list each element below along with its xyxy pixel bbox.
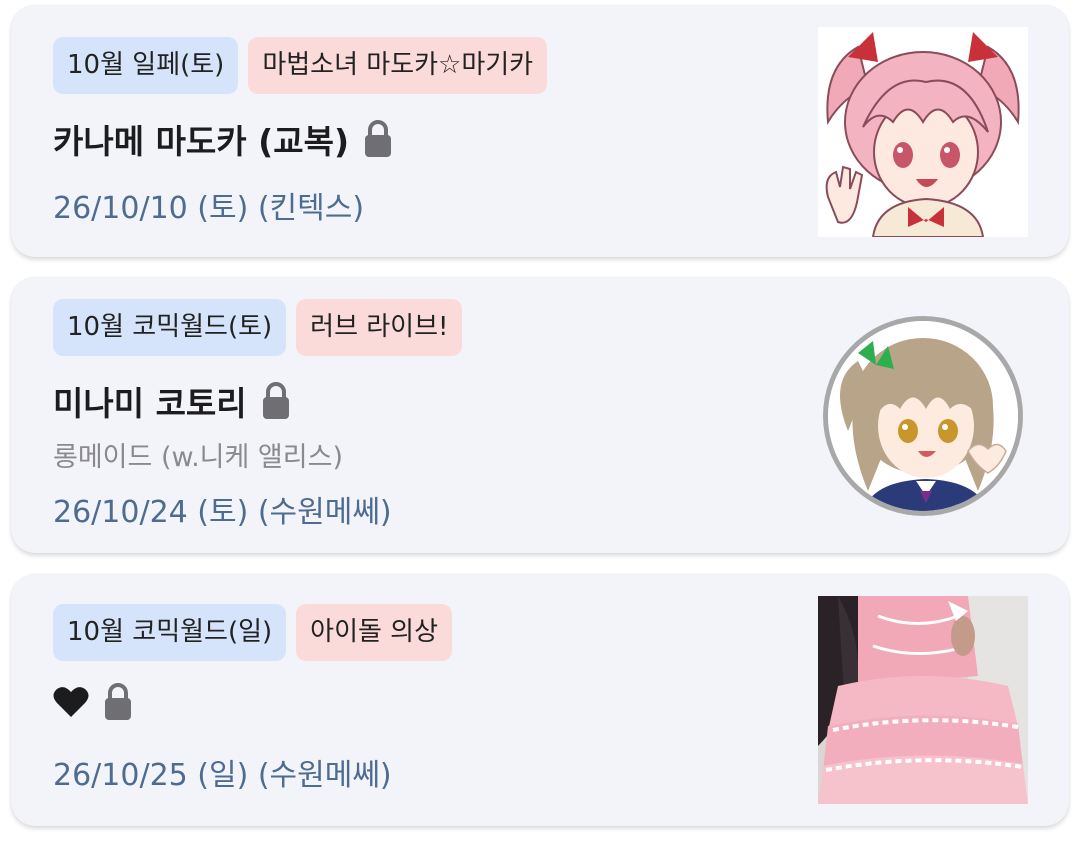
title-text: 미나미 코토리: [53, 384, 247, 423]
series-tag: 러브 라이브!: [296, 299, 463, 356]
lock-icon: [262, 382, 289, 419]
pink-dress-photo: [818, 596, 1028, 804]
heart-icon: [53, 687, 89, 717]
event-tag: 10월 일페(토): [53, 37, 239, 94]
series-tag: 아이돌 의상: [296, 604, 453, 661]
title-text: 카나메 마도카 (교복): [53, 122, 350, 161]
lock-icon: [365, 120, 392, 157]
tag-row: 10월 코믹월드(일) 아이돌 의상: [53, 604, 453, 661]
event-date: 26/10/10 (토) (킨텍스): [53, 191, 365, 226]
event-tag: 10월 코믹월드(토): [53, 299, 287, 356]
card-title: 미나미 코토리: [53, 377, 291, 425]
card-title: 카나메 마도카 (교복): [53, 115, 393, 163]
event-card[interactable]: 10월 코믹월드(토) 러브 라이브! 미나미 코토리 롱메이드 (w.니케 앨…: [11, 277, 1069, 553]
event-tag: 10월 코믹월드(일): [53, 604, 287, 661]
series-tag: 마법소녀 마도카☆마기카: [248, 37, 548, 94]
card-title: [53, 682, 133, 722]
tag-row: 10월 일페(토) 마법소녀 마도카☆마기카: [53, 37, 548, 94]
event-date: 26/10/24 (토) (수원메쎄): [53, 495, 392, 530]
card-subtitle: 롱메이드 (w.니케 앨리스): [53, 442, 343, 473]
event-card[interactable]: 10월 일페(토) 마법소녀 마도카☆마기카 카나메 마도카 (교복) 26/1…: [11, 5, 1069, 257]
event-date: 26/10/25 (일) (수원메쎄): [53, 758, 392, 793]
kotori-character-image: [823, 316, 1023, 516]
lock-icon: [105, 683, 131, 720]
madoka-character-image: [818, 27, 1028, 237]
tag-row: 10월 코믹월드(토) 러브 라이브!: [53, 299, 463, 356]
event-card[interactable]: 10월 코믹월드(일) 아이돌 의상 26/10/25 (일) (수원메쎄): [11, 574, 1069, 826]
